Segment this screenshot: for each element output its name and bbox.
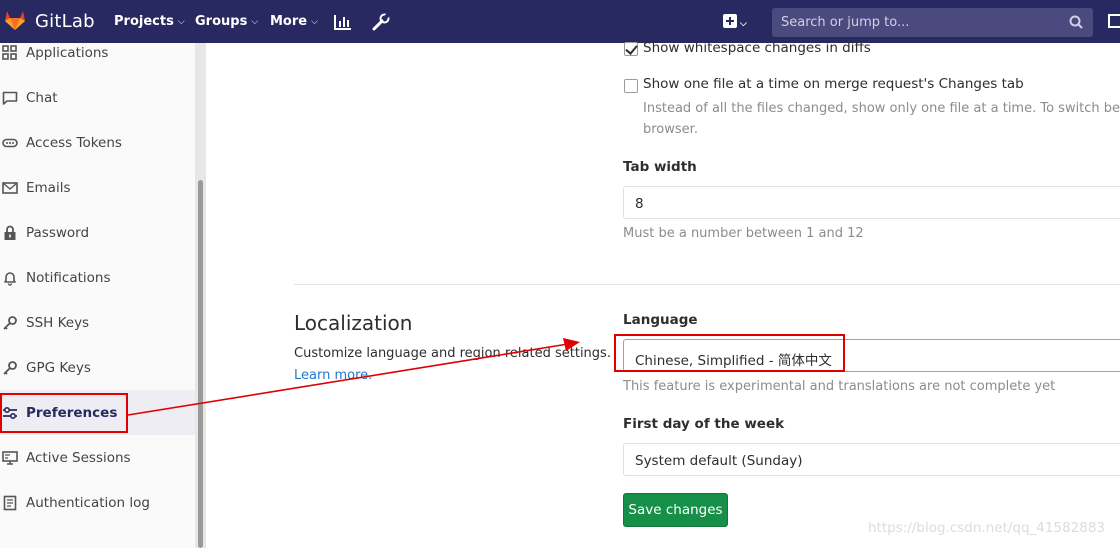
bell-icon [4,271,16,286]
brand-name[interactable]: GitLab [35,11,95,32]
preferences-icon [3,406,17,419]
sidebar-item-access-tokens[interactable]: Access Tokens [0,120,195,165]
search-placeholder: Search or jump to... [781,15,910,30]
section-divider [294,284,1120,285]
sidebar-item-label: Chat [26,89,58,106]
sidebar-toggle-icon[interactable] [1108,14,1120,28]
show-whitespace-label: Show whitespace changes in diffs [643,40,871,56]
chat-icon [2,91,18,105]
activity-chart-icon[interactable] [333,12,353,32]
search-icon [1069,15,1083,29]
chevron-down-icon: ⌵ [311,17,318,27]
monitor-icon [2,450,18,465]
admin-wrench-icon[interactable] [371,12,391,32]
sidebar-item-active-sessions[interactable]: Active Sessions [0,435,195,480]
sidebar-item-label: GPG Keys [26,359,91,376]
one-file-label: Show one file at a time on merge request… [643,76,1024,92]
nav-projects-label: Projects [114,14,174,29]
sidebar-item-chat[interactable]: Chat [0,75,195,120]
sidebar-item-notifications[interactable]: Notifications [0,255,195,300]
tab-width-help: Must be a number between 1 and 12 [623,226,864,241]
chevron-down-icon: ⌵ [251,17,259,27]
sidebar-item-gpg-keys[interactable]: GPG Keys [0,345,195,390]
gitlab-logo-icon[interactable] [3,8,27,32]
sidebar-item-label: Preferences [26,404,118,421]
chevron-down-icon: ⌵ [740,19,747,29]
sidebar-item-label: SSH Keys [26,314,90,331]
sidebar-item-label: Emails [26,179,71,196]
sidebar-item-password[interactable]: Password [0,210,195,255]
sidebar-item-label: Authentication log [26,494,150,511]
settings-sidebar: Applications Chat Access Tokens Emails P… [0,43,196,548]
sidebar-scrollbar-thumb[interactable] [198,180,203,548]
watermark-text: https://blog.csdn.net/qq_41582883 [868,520,1106,536]
sidebar-item-ssh-keys[interactable]: SSH Keys [0,300,195,345]
applications-icon [2,44,17,60]
sidebar-item-authentication-log[interactable]: Authentication log [0,480,195,525]
first-day-select[interactable]: System default (Sunday) [623,443,1120,476]
sidebar-item-label: Notifications [26,269,111,286]
mail-icon [2,181,18,194]
key-icon [3,360,17,375]
sidebar-item-preferences[interactable]: Preferences [0,390,195,435]
log-icon [3,495,17,510]
nav-more[interactable]: More ⌵ [270,14,318,29]
localization-description: Customize language and region related se… [294,346,611,361]
token-icon [2,138,18,147]
sidebar-item-label: Active Sessions [26,449,131,466]
one-file-help: Instead of all the files changed, show o… [643,101,1120,116]
nav-groups[interactable]: Groups ⌵ [195,14,258,29]
nav-projects[interactable]: Projects ⌵ [114,14,185,29]
language-select[interactable]: Chinese, Simplified - 简体中文 [623,339,1120,372]
show-whitespace-checkbox[interactable] [624,42,638,56]
first-day-label: First day of the week [623,416,785,432]
tab-width-label: Tab width [623,159,697,175]
learn-more-link[interactable]: Learn more. [294,368,372,383]
nav-groups-label: Groups [195,14,248,29]
one-file-checkbox[interactable] [624,79,638,93]
sidebar-item-label: Password [26,224,90,241]
one-file-help-continued: browser. [643,122,698,137]
language-label: Language [623,312,698,328]
sidebar-item-applications[interactable]: Applications [0,30,195,75]
sidebar-item-label: Access Tokens [26,134,122,151]
tab-width-input[interactable]: 8 [623,186,1120,219]
key-icon [3,315,17,330]
search-input[interactable]: Search or jump to... [772,8,1093,37]
lock-icon [4,225,16,240]
sidebar-item-label: Applications [26,44,109,61]
sidebar-item-emails[interactable]: Emails [0,165,195,210]
nav-more-label: More [270,14,308,29]
save-changes-button[interactable]: Save changes [623,493,728,527]
localization-title: Localization [294,311,413,335]
language-help: This feature is experimental and transla… [623,379,1056,394]
chevron-down-icon: ⌵ [177,17,185,27]
new-item-button[interactable]: ⌵ [723,14,747,30]
plus-square-icon [723,14,737,28]
